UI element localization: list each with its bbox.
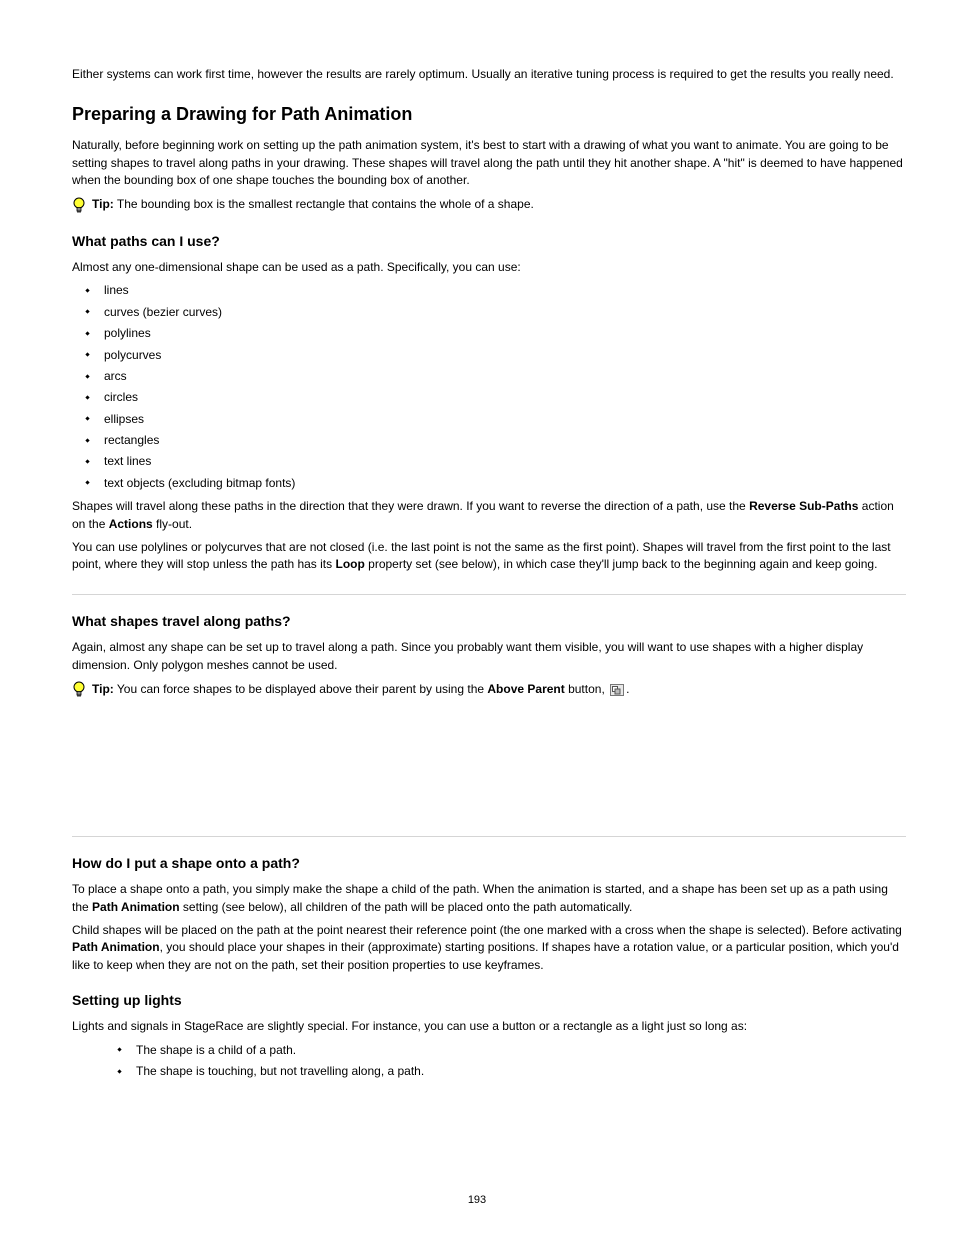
page-number: 193 <box>0 1193 954 1209</box>
heading-preparing-drawing: Preparing a Drawing for Path Animation <box>72 101 906 127</box>
intro-paragraph: Either systems can work first time, howe… <box>72 66 906 83</box>
list-item: lines <box>86 282 906 299</box>
text-span: fly-out. <box>153 517 192 531</box>
list-item: rectangles <box>86 432 906 449</box>
tip-body: The bounding box is the smallest rectang… <box>117 197 534 211</box>
body-text <box>72 728 906 745</box>
text-span: property set (see below), in which case … <box>365 557 878 571</box>
ui-term: Path Animation <box>92 900 180 914</box>
ui-term: Above Parent <box>487 682 564 696</box>
ui-term: Path Animation <box>72 940 160 954</box>
lights-list: The shape is a child of a path. The shap… <box>72 1042 906 1081</box>
text-span: button, <box>565 682 608 696</box>
body-text: Almost any one-dimensional shape can be … <box>72 259 906 276</box>
body-text: Naturally, before beginning work on sett… <box>72 137 906 189</box>
text-span: You can force shapes to be displayed abo… <box>117 682 487 696</box>
lightbulb-icon <box>72 197 86 215</box>
list-item: circles <box>86 389 906 406</box>
body-text <box>72 705 906 722</box>
text-span: , you should place your shapes in their … <box>72 940 899 971</box>
body-text: Again, almost any shape can be set up to… <box>72 639 906 674</box>
heading-setting-up-lights: Setting up lights <box>72 990 906 1010</box>
heading-put-shape-on-path: How do I put a shape onto a path? <box>72 853 906 873</box>
body-text: Child shapes will be placed on the path … <box>72 922 906 974</box>
ui-term: Loop <box>335 557 364 571</box>
body-text <box>72 775 906 792</box>
list-item: The shape is touching, but not travellin… <box>118 1063 906 1080</box>
ui-term: Actions <box>109 517 153 531</box>
body-text: You can use polylines or polycurves that… <box>72 539 906 574</box>
tip-label: Tip: <box>92 682 114 696</box>
body-text <box>72 798 906 815</box>
tip-label: Tip: <box>92 197 114 211</box>
list-item: polycurves <box>86 347 906 364</box>
body-text: To place a shape onto a path, you simply… <box>72 881 906 916</box>
text-span: . <box>626 682 629 696</box>
list-item: text lines <box>86 453 906 470</box>
ui-term: Reverse Sub-Paths <box>749 499 858 513</box>
list-item: arcs <box>86 368 906 385</box>
tip-block: Tip: The bounding box is the smallest re… <box>72 196 906 215</box>
separator <box>72 594 906 595</box>
list-item: polylines <box>86 325 906 342</box>
heading-what-paths: What paths can I use? <box>72 231 906 251</box>
separator <box>72 836 906 837</box>
tip-text: Tip: You can force shapes to be displaye… <box>92 681 629 698</box>
list-item: curves (bezier curves) <box>86 304 906 321</box>
heading-what-shapes: What shapes travel along paths? <box>72 611 906 631</box>
tip-text: Tip: The bounding box is the smallest re… <box>92 196 534 213</box>
tip-block: Tip: You can force shapes to be displaye… <box>72 680 906 699</box>
list-item: The shape is a child of a path. <box>118 1042 906 1059</box>
list-item: text objects (excluding bitmap fonts) <box>86 475 906 492</box>
above-parent-icon <box>610 684 624 696</box>
text-span: Child shapes will be placed on the path … <box>72 923 902 937</box>
text-span: Shapes will travel along these paths in … <box>72 499 749 513</box>
list-item: ellipses <box>86 411 906 428</box>
text-span: setting (see below), all children of the… <box>180 900 633 914</box>
body-text: Lights and signals in StageRace are slig… <box>72 1018 906 1035</box>
body-text: Shapes will travel along these paths in … <box>72 498 906 533</box>
paths-list: lines curves (bezier curves) polylines p… <box>72 282 906 492</box>
lightbulb-icon <box>72 681 86 699</box>
document-page: Either systems can work first time, howe… <box>0 0 954 1235</box>
body-text <box>72 752 906 769</box>
